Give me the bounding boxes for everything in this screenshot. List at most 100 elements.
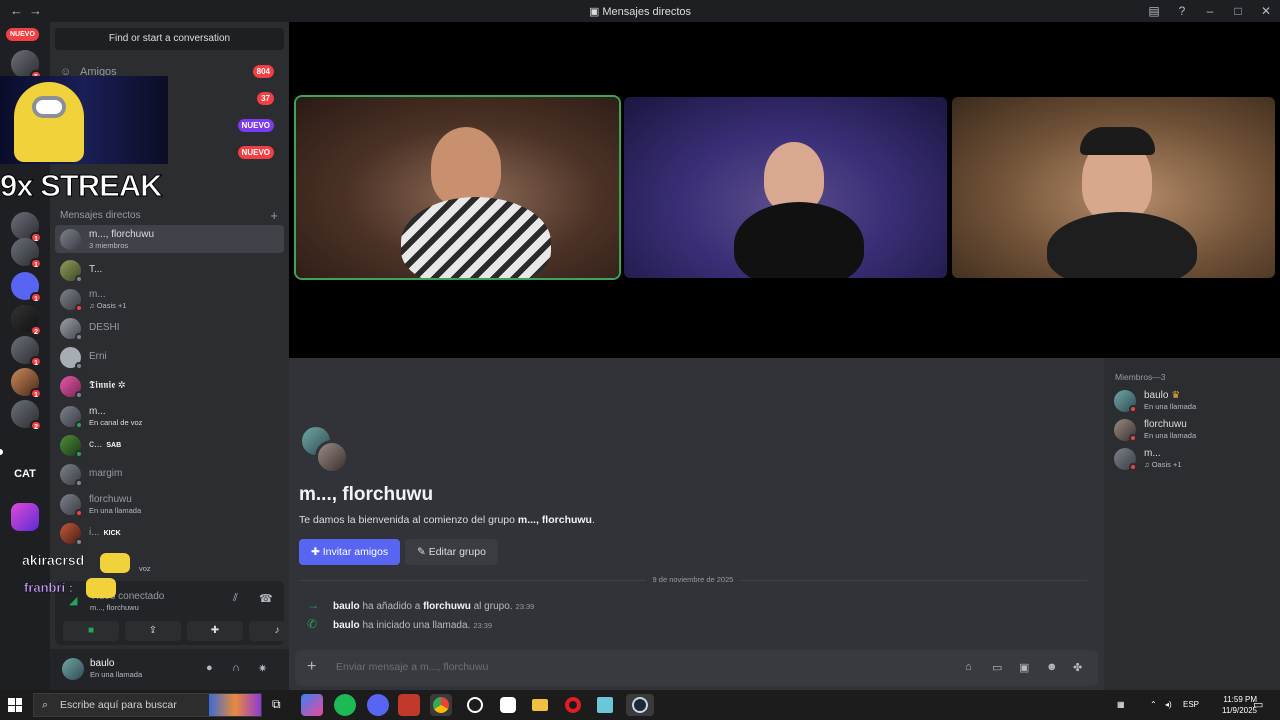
group-avatars xyxy=(299,424,355,476)
windows-start-icon[interactable] xyxy=(8,698,22,712)
attach-icon[interactable]: + xyxy=(307,658,316,676)
language-indicator[interactable]: ESP xyxy=(1183,690,1199,720)
apps-icon[interactable]: ✤ xyxy=(1073,661,1082,674)
dm-item-group[interactable]: m..., florchuwu 3 miembros xyxy=(55,225,284,253)
user-status: En una llamada xyxy=(90,670,143,679)
dm-item[interactable]: margim xyxy=(55,460,284,488)
spotify-icon[interactable] xyxy=(334,694,356,716)
invite-friends-button[interactable]: ✚ Invitar amigos xyxy=(299,539,401,565)
maximize-icon[interactable]: □ xyxy=(1224,4,1252,18)
server-icon[interactable]: 1 xyxy=(11,212,42,243)
tray-chevron-icon[interactable]: ⌃ xyxy=(1150,690,1157,720)
dm-item[interactable]: 𝕿𝖎𝖓𝖓𝖎𝖊 ✲ xyxy=(55,372,284,400)
dm-item[interactable]: m... ♫ Oasis +1 xyxy=(55,285,284,313)
camera-button[interactable]: ■ xyxy=(63,621,119,641)
server-icon[interactable]: 1 xyxy=(11,368,42,399)
taskbar-search[interactable]: ⌕ Escribe aquí para buscar xyxy=(33,693,262,717)
gift-icon[interactable]: ⌂ xyxy=(965,661,972,673)
app-icon[interactable] xyxy=(398,694,420,716)
dm-item[interactable]: voz xyxy=(55,548,284,576)
video-tile[interactable] xyxy=(624,97,947,278)
video-tile[interactable] xyxy=(296,97,619,278)
app-icon[interactable] xyxy=(497,694,519,716)
file-explorer-icon[interactable] xyxy=(529,694,551,716)
inbox-icon[interactable]: ▤ xyxy=(1140,4,1168,18)
emote-image xyxy=(86,578,116,598)
discord-taskbar-icon[interactable] xyxy=(367,694,389,716)
noise-suppression-icon[interactable]: ⫽ xyxy=(233,592,238,605)
server-icon[interactable]: 2 xyxy=(11,400,42,431)
system-message: → baulo ha añadido a florchuwu al grupo. 2… xyxy=(307,598,535,612)
welcome-text: Te damos la bienvenida al comienzo del g… xyxy=(299,514,595,526)
dm-item[interactable]: florchuwu En una llamada xyxy=(55,490,284,518)
minion-emote-overlay xyxy=(0,76,168,164)
server-cat[interactable]: CAT xyxy=(11,460,39,488)
dm-item[interactable]: m... En canal de voz xyxy=(55,402,284,430)
close-icon[interactable]: ✕ xyxy=(1252,4,1280,18)
steam-icon[interactable] xyxy=(626,694,654,716)
member-item[interactable]: florchuwu En una llamada xyxy=(1114,417,1274,443)
server-icon[interactable]: 5 xyxy=(11,50,42,81)
server-icon[interactable]: 2 xyxy=(11,305,42,336)
members-header: Miembros—3 xyxy=(1115,372,1166,382)
server-icon[interactable] xyxy=(11,503,39,531)
message-input[interactable]: Enviar mensaje a m..., florchuwu xyxy=(336,661,488,673)
dm-item[interactable]: c... SAB xyxy=(55,431,284,459)
screen-share-button[interactable]: ⇪ xyxy=(125,621,181,641)
arrow-right-icon: → xyxy=(307,598,319,612)
chat-area: m..., florchuwu Te damos la bienvenida a… xyxy=(289,358,1104,690)
edit-group-button[interactable]: ✎ Editar grupo xyxy=(405,539,498,565)
voice-channel[interactable]: m..., florchuwu xyxy=(90,603,139,612)
member-item[interactable]: m... ♫ Oasis +1 xyxy=(1114,446,1274,472)
notifications-icon[interactable]: ▭ xyxy=(1253,690,1263,720)
window-title: ▣ Mensajes directos xyxy=(588,6,692,18)
taskbar: ⌕ Escribe aquí para buscar ⧉ ▦ ⌃ ◂) ESP 1… xyxy=(0,690,1280,720)
kick-badge: KICK xyxy=(103,530,121,537)
mic-icon[interactable]: ● xyxy=(206,662,213,674)
headphones-icon[interactable]: ∩ xyxy=(232,662,240,674)
server-icon[interactable]: 1 xyxy=(11,238,42,269)
message-composer[interactable]: + Enviar mensaje a m..., florchuwu ⌂ ▭ ▣… xyxy=(295,650,1098,686)
new-badge: NUEVO xyxy=(6,28,39,41)
app-icon[interactable] xyxy=(464,694,486,716)
settings-gear-icon[interactable]: ✷ xyxy=(258,662,267,675)
dm-item[interactable]: Erni xyxy=(55,343,284,371)
opera-icon[interactable] xyxy=(562,694,584,716)
search-highlight-image xyxy=(209,694,261,716)
avatar[interactable] xyxy=(62,658,84,680)
search-input[interactable]: Find or start a conversation xyxy=(55,28,284,50)
discord-icon[interactable]: 1 xyxy=(11,272,42,303)
stream-chat-user: franbrí : xyxy=(24,580,74,595)
clock[interactable]: 11:59 PM 11/9/2025 xyxy=(1222,694,1257,716)
member-item[interactable]: baulo ♛ En una llamada xyxy=(1114,388,1274,414)
activities-button[interactable]: ✚ xyxy=(187,621,243,641)
call-stage xyxy=(289,22,1280,358)
volume-icon[interactable]: ◂) xyxy=(1165,690,1172,720)
username[interactable]: baulo xyxy=(90,658,114,669)
app-icon[interactable] xyxy=(594,694,616,716)
user-panel: baulo En una llamada ● ∩ ✷ xyxy=(50,649,289,690)
keyboard-icon[interactable]: ▦ xyxy=(1117,690,1125,720)
system-message: ✆ baulo ha iniciado una llamada. 23:39 xyxy=(307,617,493,631)
video-tile[interactable] xyxy=(952,97,1275,278)
stream-chat-user: akiracrsd xyxy=(22,552,85,569)
search-icon: ⌕ xyxy=(42,699,49,711)
disconnect-icon[interactable]: ☎ xyxy=(259,592,273,605)
sticker-icon[interactable]: ▣ xyxy=(1019,661,1029,674)
group-title: m..., florchuwu xyxy=(299,484,434,505)
minimize-icon[interactable]: – xyxy=(1196,4,1224,18)
unread-pill xyxy=(0,449,3,455)
copilot-icon[interactable] xyxy=(301,694,323,716)
chrome-icon[interactable] xyxy=(430,694,452,716)
crown-icon: ♛ xyxy=(1171,390,1181,401)
task-view-icon[interactable]: ⧉ xyxy=(272,697,281,712)
dm-item[interactable]: i... KICK xyxy=(55,519,284,547)
emoji-icon[interactable]: ☻ xyxy=(1046,661,1058,673)
add-dm-icon[interactable]: + xyxy=(270,208,278,223)
dm-section-header: Mensajes directos + xyxy=(60,208,278,223)
help-icon[interactable]: ? xyxy=(1168,4,1196,18)
gif-icon[interactable]: ▭ xyxy=(992,661,1002,674)
dm-item[interactable]: DESHI xyxy=(55,314,284,342)
server-icon[interactable]: 1 xyxy=(11,336,42,367)
dm-item[interactable]: T... xyxy=(55,256,284,284)
